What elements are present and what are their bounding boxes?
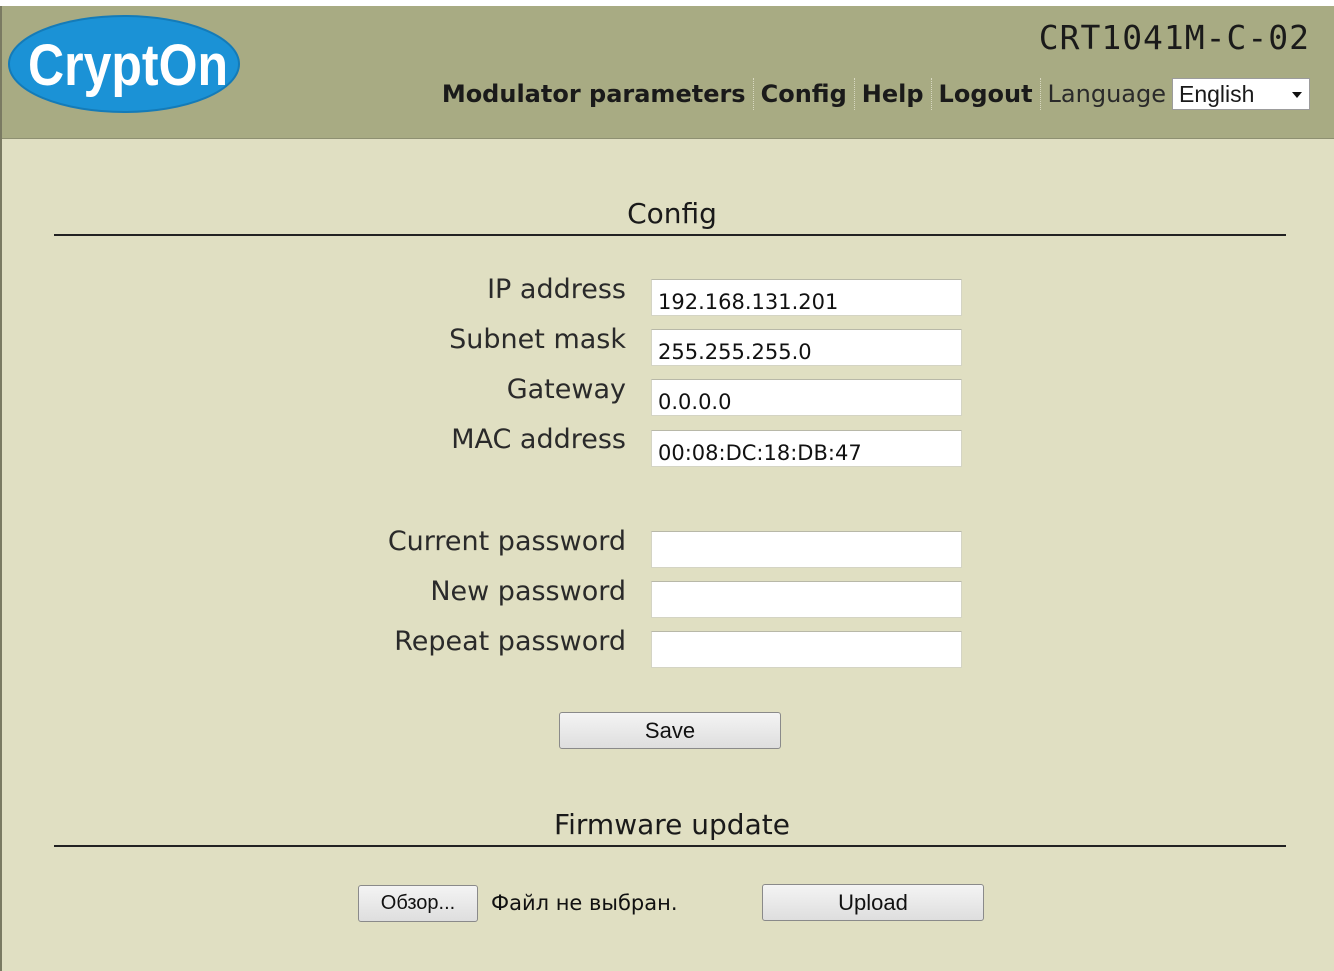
mac-address-input[interactable]	[651, 430, 962, 467]
main-nav: Modulator parameters Config Help Logout …	[437, 78, 1310, 110]
firmware-section-title: Firmware update	[554, 808, 790, 841]
mac-address-label: MAC address	[451, 424, 626, 455]
subnet-mask-label: Subnet mask	[449, 324, 626, 355]
browse-file-button[interactable]: Обзор...	[358, 885, 478, 922]
upload-button[interactable]: Upload	[762, 884, 984, 921]
subnet-mask-input[interactable]	[651, 329, 962, 366]
current-password-label: Current password	[387, 526, 626, 557]
new-password-label: New password	[430, 576, 626, 607]
header-bar: CryptOn CRT1041M-C-02 Modulator paramete…	[2, 6, 1334, 139]
nav-help[interactable]: Help	[857, 80, 929, 108]
firmware-divider	[54, 845, 1286, 847]
file-status-text: Файл не выбран.	[491, 891, 678, 915]
ip-address-label: IP address	[487, 274, 626, 305]
nav-config[interactable]: Config	[756, 80, 852, 108]
gateway-label: Gateway	[506, 374, 626, 405]
language-select[interactable]: English	[1172, 78, 1310, 110]
config-divider	[54, 234, 1286, 236]
device-title: CRT1041M-C-02	[1038, 18, 1310, 57]
ip-address-input[interactable]	[651, 279, 962, 316]
current-password-input[interactable]	[651, 531, 962, 568]
save-button[interactable]: Save	[559, 712, 781, 749]
svg-text:CryptOn: CryptOn	[28, 33, 228, 98]
nav-separator	[752, 78, 754, 110]
language-label: Language	[1047, 80, 1166, 108]
app-frame: CryptOn CRT1041M-C-02 Modulator paramete…	[0, 6, 1334, 971]
nav-logout[interactable]: Logout	[934, 80, 1038, 108]
nav-separator	[853, 78, 855, 110]
repeat-password-label: Repeat password	[394, 626, 626, 657]
crypton-logo: CryptOn	[8, 15, 240, 113]
new-password-input[interactable]	[651, 581, 962, 618]
gateway-input[interactable]	[651, 379, 962, 416]
repeat-password-input[interactable]	[651, 631, 962, 668]
config-section-title: Config	[627, 197, 717, 230]
nav-modulator-parameters[interactable]: Modulator parameters	[437, 80, 751, 108]
chevron-down-icon	[1292, 92, 1302, 98]
nav-separator	[1039, 78, 1041, 110]
nav-separator	[930, 78, 932, 110]
language-selected-value: English	[1179, 81, 1255, 107]
